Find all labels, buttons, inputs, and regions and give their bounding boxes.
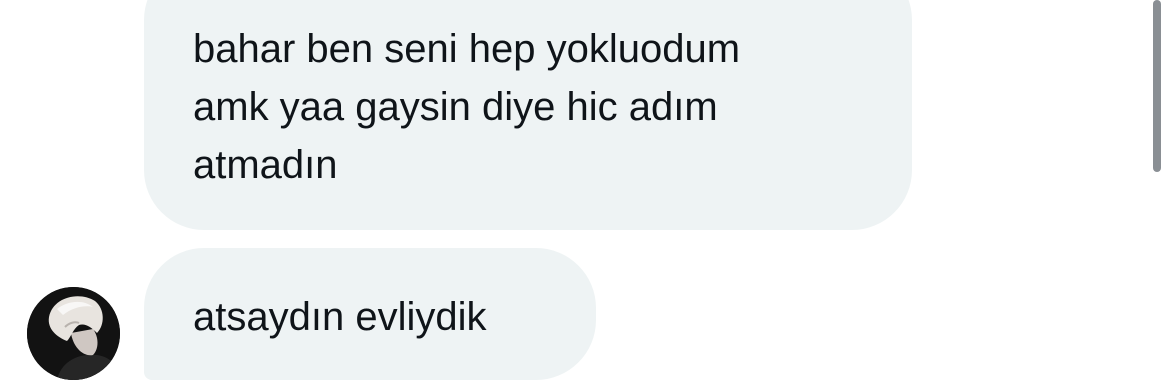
avatar[interactable]: [27, 287, 120, 380]
message-text: atsaydın evliydik: [193, 295, 487, 339]
message-text-line: atmadın: [193, 143, 338, 187]
message-text-line: amk yaa gaysin diye hic adım: [193, 85, 718, 129]
chat-thread: bahar ben seni hep yokluodum amk yaa gay…: [0, 0, 1170, 389]
message-text-line: bahar ben seni hep yokluodum: [193, 27, 741, 71]
message-bubble[interactable]: atsaydın evliydik: [144, 248, 596, 380]
scrollbar-thumb[interactable]: [1153, 0, 1161, 172]
avatar-photo-icon: [27, 287, 120, 380]
message-bubble[interactable]: bahar ben seni hep yokluodum amk yaa gay…: [144, 0, 912, 230]
